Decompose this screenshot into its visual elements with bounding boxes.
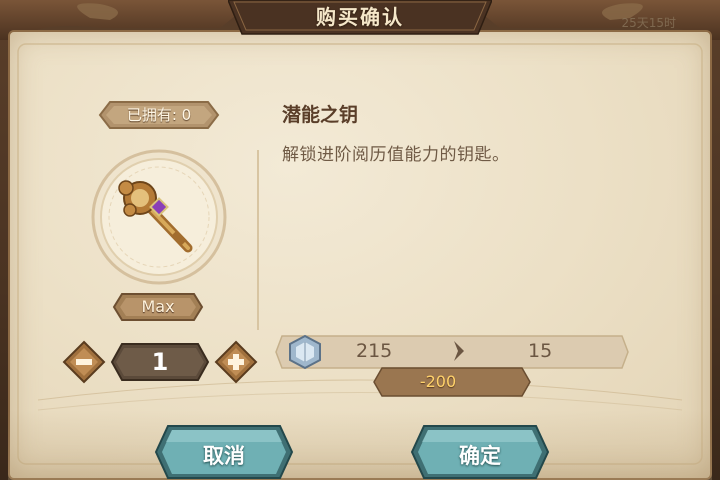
item-description: 解锁进阶阅历值能力的钥匙。: [282, 145, 510, 165]
max-button[interactable]: [112, 290, 204, 324]
item-name: 潜能之钥: [282, 104, 359, 126]
currency-after: 15: [528, 340, 553, 362]
increase-button[interactable]: [214, 340, 258, 384]
quantity-field[interactable]: [110, 342, 210, 382]
item-medallion: [91, 149, 227, 285]
bottom-ornament-strip: [8, 410, 712, 480]
timer-text: 25天15时: [621, 16, 676, 30]
confirm-button[interactable]: [410, 424, 550, 480]
arrow-right-icon: [454, 341, 464, 361]
cancel-button[interactable]: [154, 424, 294, 480]
dialog-title: 购买确认: [316, 5, 404, 29]
currency-before: 215: [356, 340, 393, 362]
silver-crystal-icon: [289, 334, 321, 370]
dialog-frame: 购买确认 25天15时 已拥有: 0 潜能之钥 解锁进阶阅历值能力的钥匙。 Ma: [0, 0, 720, 480]
owned-count: 已拥有: 0: [126, 106, 192, 124]
minus-icon: [76, 359, 92, 365]
currency-cost: -200: [419, 372, 457, 391]
decrease-button[interactable]: [62, 340, 106, 384]
vertical-divider: [257, 150, 259, 330]
